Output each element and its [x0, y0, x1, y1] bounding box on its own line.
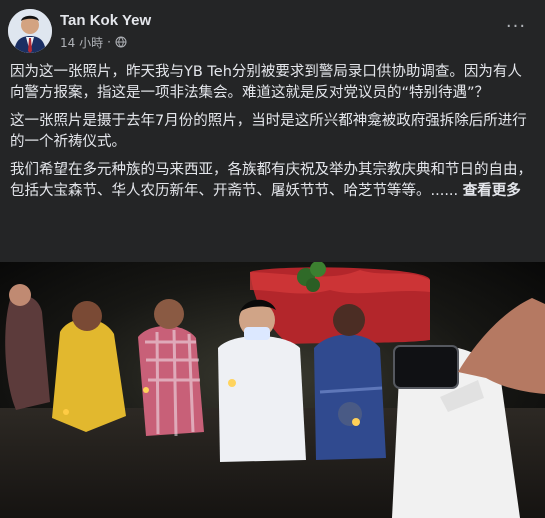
meta-separator: · [107, 35, 111, 49]
candle-glow [338, 402, 362, 426]
post-meta: 14 小時 · [60, 34, 127, 50]
author-avatar-image [8, 9, 52, 53]
candle-light-2 [143, 387, 149, 393]
white-shirt-man [218, 336, 306, 462]
yellow-person-head [72, 301, 102, 331]
more-icon[interactable]: ··· [501, 14, 531, 38]
post-paragraph-1: 因为这一张照片，昨天我与YB Teh分别被要求到警局录口供协助调查。因为有人向警… [10, 64, 522, 101]
candle-light-3 [228, 379, 236, 387]
post-paragraph-3: 我们希望在多元种族的马来西亚，各族都有庆祝及举办其宗教庆典和节日的自由，包括大宝… [10, 160, 535, 202]
prayer-scene-photo [0, 262, 545, 518]
globe-icon[interactable] [115, 36, 127, 48]
phone-held-up [393, 345, 459, 389]
facebook-post-card: Tan Kok Yew 14 小時 · ··· 因为这一张照片，昨天我与YB T… [0, 0, 545, 518]
left-person-head [9, 284, 31, 306]
post-paragraph-2: 这一张照片是摄于去年7月份的照片，当时是这所兴都神龛被政府强拆除后所进行的一个祈… [10, 113, 527, 150]
post-photo[interactable] [0, 262, 545, 518]
author-avatar[interactable] [8, 9, 52, 53]
tree-leaf-3 [306, 278, 320, 292]
post-time[interactable]: 14 小時 [60, 34, 103, 51]
post-paragraph-3-text: 我们希望在多元种族的马来西亚，各族都有庆祝及举办其宗教庆典和节日的自由，包括大宝… [10, 162, 532, 199]
blue-shirt-man [314, 334, 386, 460]
plaid-person-head [154, 299, 184, 329]
post-text: 因为这一张照片，昨天我与YB Teh分别被要求到警局录口供协助调查。因为有人向警… [10, 62, 535, 209]
candle-light-1 [63, 409, 69, 415]
see-more-link[interactable]: 查看更多 [463, 183, 521, 199]
post-header: Tan Kok Yew 14 小時 · ··· [0, 0, 545, 62]
blue-shirt-man-head [333, 304, 365, 336]
face-mask [244, 327, 270, 340]
author-name[interactable]: Tan Kok Yew [60, 12, 151, 30]
